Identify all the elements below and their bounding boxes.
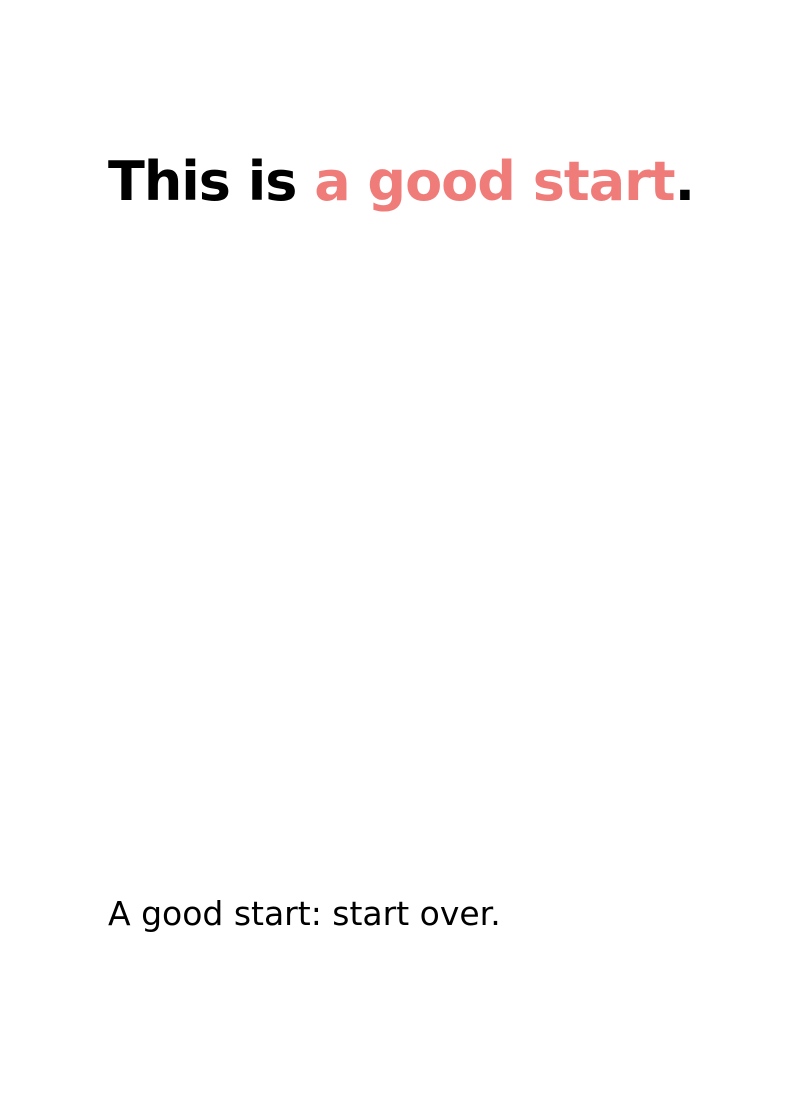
headline-suffix: . — [674, 150, 695, 213]
headline-prefix: This is — [108, 150, 315, 213]
headline: This is a good start. — [108, 146, 695, 218]
headline-highlight: a good start — [314, 150, 675, 213]
tagline: A good start: start over. — [108, 894, 501, 933]
